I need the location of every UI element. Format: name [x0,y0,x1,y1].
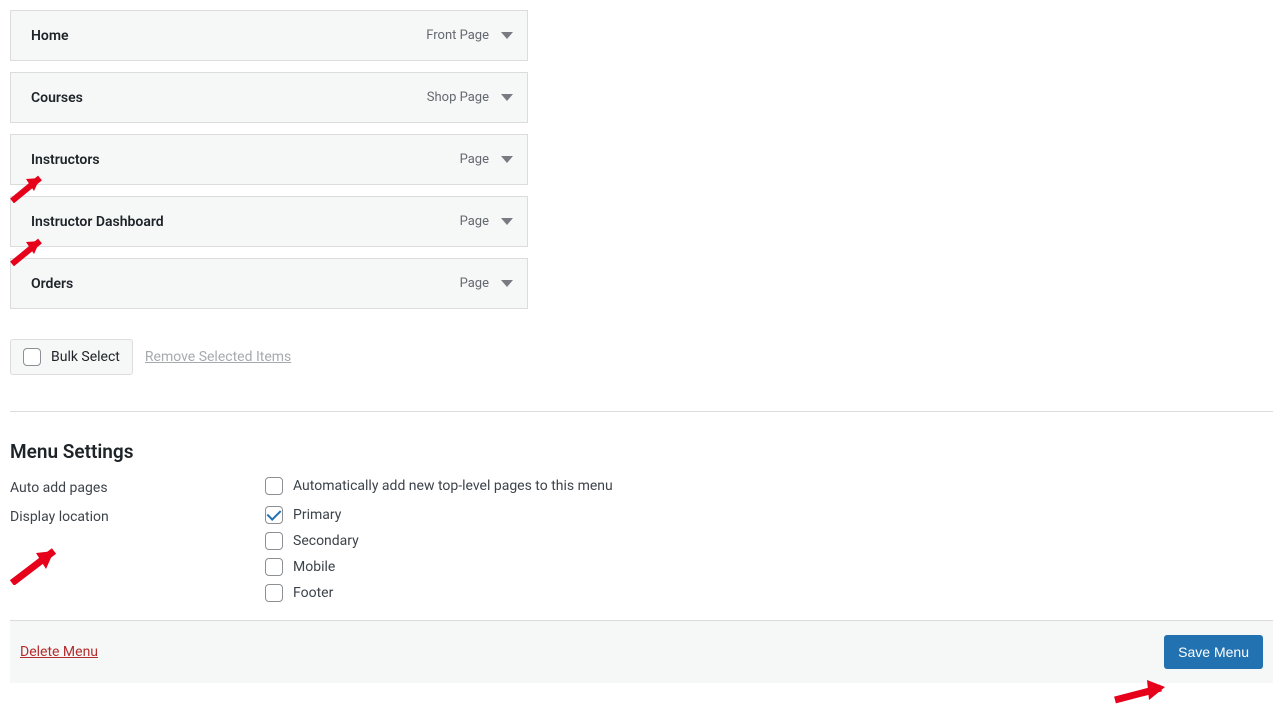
menu-items-list: Home Front Page Courses Shop Page Instru… [10,10,528,309]
menu-item-title: Courses [31,90,83,106]
location-label: Footer [293,585,333,601]
menu-item-title: Orders [31,276,73,292]
bulk-select-label: Bulk Select [51,349,120,365]
location-footer-checkbox[interactable]: Footer [265,584,359,602]
menu-settings-heading: Menu Settings [10,440,1273,463]
auto-add-row: Auto add pages Automatically add new top… [10,477,1273,496]
location-secondary-checkbox[interactable]: Secondary [265,532,359,550]
auto-add-checkbox[interactable]: Automatically add new top-level pages to… [265,477,613,495]
display-location-label: Display location [10,506,265,525]
menu-item-type: Page [460,152,489,167]
auto-add-label: Auto add pages [10,477,265,496]
menu-item-toggle[interactable]: Page [460,276,513,291]
menu-item-type: Front Page [426,28,489,43]
menu-item-home[interactable]: Home Front Page [10,10,528,61]
menu-item-instructor-dashboard[interactable]: Instructor Dashboard Page [10,196,528,247]
remove-selected-link: Remove Selected Items [145,349,291,365]
checkbox-icon [265,558,283,576]
chevron-down-icon [501,156,513,163]
chevron-down-icon [501,94,513,101]
menu-item-title: Instructors [31,152,100,168]
bulk-select-button[interactable]: Bulk Select [10,339,133,375]
checkbox-icon [23,348,41,366]
location-primary-checkbox[interactable]: Primary [265,506,359,524]
chevron-down-icon [501,32,513,39]
menu-item-title: Instructor Dashboard [31,214,164,230]
location-label: Mobile [293,559,335,575]
delete-menu-link[interactable]: Delete Menu [20,644,98,660]
checkbox-icon [265,584,283,602]
bulk-actions-row: Bulk Select Remove Selected Items [10,339,1273,375]
checkbox-icon [265,532,283,550]
menu-item-title: Home [31,28,69,44]
menu-item-toggle[interactable]: Page [460,214,513,229]
chevron-down-icon [501,218,513,225]
auto-add-option-text: Automatically add new top-level pages to… [293,478,613,494]
location-mobile-checkbox[interactable]: Mobile [265,558,359,576]
location-label: Primary [293,507,341,523]
menu-item-toggle[interactable]: Page [460,152,513,167]
menu-item-orders[interactable]: Orders Page [10,258,528,309]
save-menu-button[interactable]: Save Menu [1164,635,1263,669]
menu-item-instructors[interactable]: Instructors Page [10,134,528,185]
display-location-row: Display location Primary Secondary Mobil… [10,506,1273,602]
checkbox-icon [265,477,283,495]
menu-item-type: Page [460,276,489,291]
divider [10,411,1273,412]
checkbox-icon [265,506,283,524]
menu-item-courses[interactable]: Courses Shop Page [10,72,528,123]
chevron-down-icon [501,280,513,287]
menu-item-toggle[interactable]: Front Page [426,28,513,43]
footer-bar: Delete Menu Save Menu [10,620,1273,683]
menu-item-type: Page [460,214,489,229]
menu-item-type: Shop Page [427,90,489,105]
location-label: Secondary [293,533,359,549]
menu-item-toggle[interactable]: Shop Page [427,90,513,105]
